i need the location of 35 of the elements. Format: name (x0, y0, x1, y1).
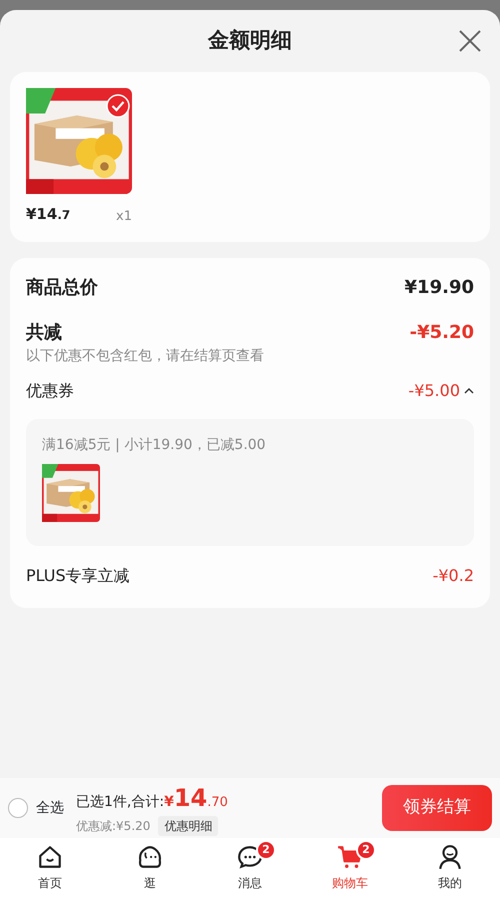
person-icon (437, 844, 463, 870)
total-price: ¥14.70 (164, 783, 228, 814)
discount-label: 共减 (26, 321, 62, 345)
check-icon[interactable] (106, 94, 130, 118)
count-badge: 2 (256, 840, 276, 860)
checkout-button[interactable]: 领券结算 (382, 785, 492, 831)
select-all-radio[interactable] (8, 798, 28, 818)
count-badge: 2 (356, 840, 376, 860)
select-all-label[interactable]: 全选 (36, 798, 64, 818)
discount-note: 以下优惠不包含红包，请在结算页查看 (26, 347, 265, 366)
tab-item[interactable]: 购物车 2 (300, 838, 400, 899)
tab-item[interactable]: 首页 (0, 838, 100, 899)
tab-item[interactable]: 消息 2 (200, 838, 300, 899)
coupon-detail: 满16减5元 | 小计19.90，已减5.00 (42, 436, 267, 455)
coupon-value: -¥5.00 (408, 380, 460, 402)
cart-icon (337, 844, 363, 870)
total-label: 商品总价 (26, 276, 98, 300)
selected-summary: 已选1件,合计: (76, 793, 164, 812)
discount-summary: 优惠减:¥5.20 (76, 818, 150, 835)
chat-icon (237, 844, 263, 870)
tab-item[interactable]: 我的 (400, 838, 500, 899)
coupon-label: 优惠券 (26, 380, 74, 402)
caret-icon[interactable] (464, 388, 474, 394)
home-icon (37, 844, 63, 870)
product-price: ¥14.7 (26, 204, 70, 225)
plus-value: -¥0.2 (432, 565, 474, 587)
face-icon (137, 844, 163, 870)
total-value: ¥19.90 (404, 276, 474, 300)
plus-label: PLUS专享立减 (26, 565, 130, 587)
close-button[interactable] (458, 28, 482, 52)
discount-value: -¥5.20 (410, 321, 474, 345)
sheet-title: 金额明细 (208, 27, 292, 54)
quantity-text: x1 (116, 208, 132, 226)
details-button[interactable]: 优惠明细 (158, 816, 218, 836)
tab-item[interactable]: 逛 (100, 838, 200, 899)
